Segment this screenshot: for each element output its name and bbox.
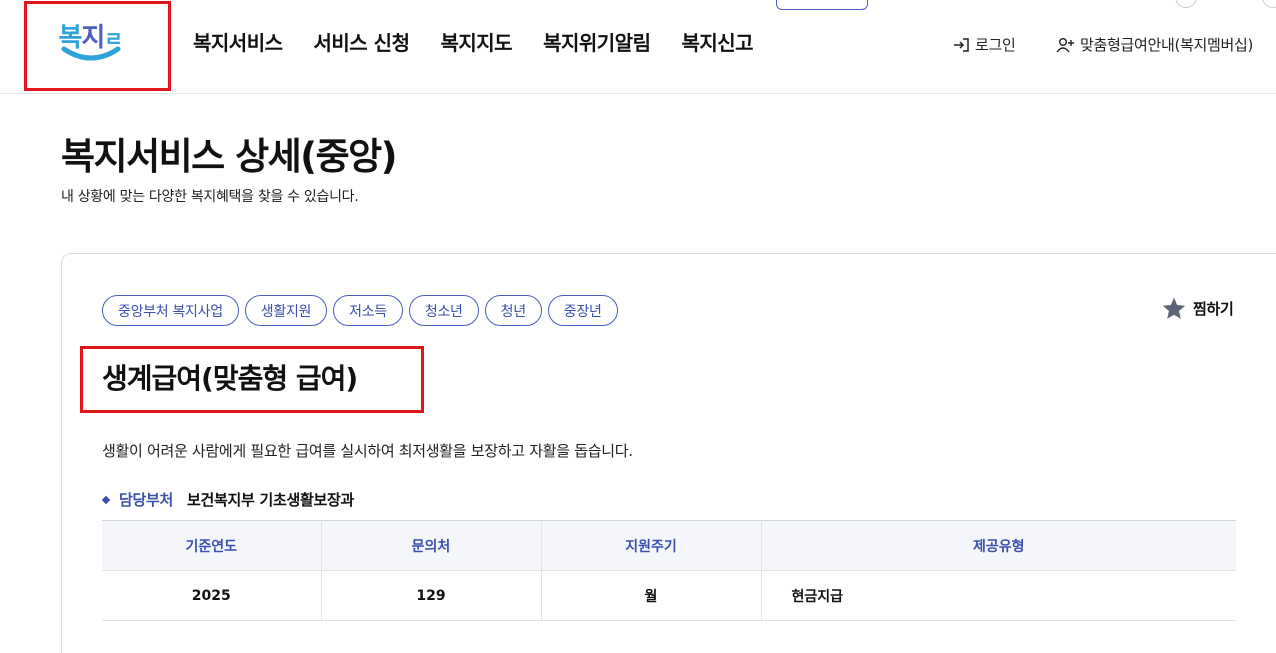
cell-contact: 129 [321,570,542,621]
service-title: 생계급여(맞춤형 급여) [102,362,358,395]
table-header-row: 기준연도 문의처 지원주기 제공유형 [102,520,1236,571]
bookmark-label: 찜하기 [1193,300,1234,318]
page-title: 복지서비스 상세(중앙) [61,135,398,178]
cell-support-cycle: 월 [541,570,762,621]
tag-youth[interactable]: 청년 [484,295,542,326]
cell-base-year: 2025 [102,570,322,621]
login-icon [954,37,969,52]
table-row: 2025 129 월 현금지급 [102,570,1236,621]
top-circle-button-2[interactable] [1262,0,1276,8]
login-link[interactable]: 로그인 [953,34,1016,55]
department-value: 보건복지부 기초생활보장과 [187,491,354,509]
bookmark-button[interactable]: 찜하기 [1161,296,1234,321]
tag-living-support[interactable]: 생활지원 [244,295,328,326]
nav-crisis-alert[interactable]: 복지위기알림 [543,27,651,56]
nav-welfare-service[interactable]: 복지서비스 [193,27,283,56]
category-tags: 중앙부처 복지사업 생활지원 저소득 청소년 청년 중장년 [102,295,624,326]
membership-label: 맞춤형급여안내(복지멤버십) [1080,36,1254,54]
cell-provision-type: 현금지급 [761,570,1236,621]
tag-central-ministry[interactable]: 중앙부처 복지사업 [102,295,239,326]
tag-low-income[interactable]: 저소득 [333,295,403,326]
service-summary: 생활이 어려운 사람에게 필요한 급여를 실시하여 최저생활을 보장하고 자활을… [102,442,633,460]
nav-welfare-report[interactable]: 복지신고 [681,27,753,56]
tag-middle-aged[interactable]: 중장년 [547,295,618,326]
department-info: 담당부처 보건복지부 기초생활보장과 [101,489,354,510]
tag-adolescent[interactable]: 청소년 [408,295,479,326]
top-circle-button[interactable] [1175,0,1197,8]
site-header: 복지ㄹ 복지서비스 서비스 신청 복지지도 복지위기알림 복지신고 로그인 맞춤… [0,0,1276,94]
header-contact: 문의처 [321,520,542,571]
header-base-year: 기준연도 [102,520,322,571]
site-logo[interactable]: 복지ㄹ [59,17,123,69]
nav-service-apply[interactable]: 서비스 신청 [314,27,410,56]
nav-welfare-map[interactable]: 복지지도 [440,27,512,56]
top-utility-tab[interactable] [776,0,868,10]
department-label: 담당부처 [119,491,174,509]
main-nav: 복지서비스 서비스 신청 복지지도 복지위기알림 복지신고 [193,27,784,56]
header-support-cycle: 지원주기 [541,520,762,571]
logo-highlight-box: 복지ㄹ [24,1,171,91]
star-icon [1162,297,1186,319]
membership-link[interactable]: 맞춤형급여안내(복지멤버십) [1056,34,1253,55]
diamond-bullet-icon [101,495,111,504]
logo-smile-icon [61,46,120,61]
header-provision-type: 제공유형 [761,520,1236,571]
page-description: 내 상황에 맞는 다양한 복지혜택을 찾을 수 있습니다. [61,189,359,205]
login-label: 로그인 [975,36,1016,54]
service-info-table: 기준연도 문의처 지원주기 제공유형 2025 129 월 현금지급 [102,520,1236,621]
user-add-icon [1056,37,1074,52]
